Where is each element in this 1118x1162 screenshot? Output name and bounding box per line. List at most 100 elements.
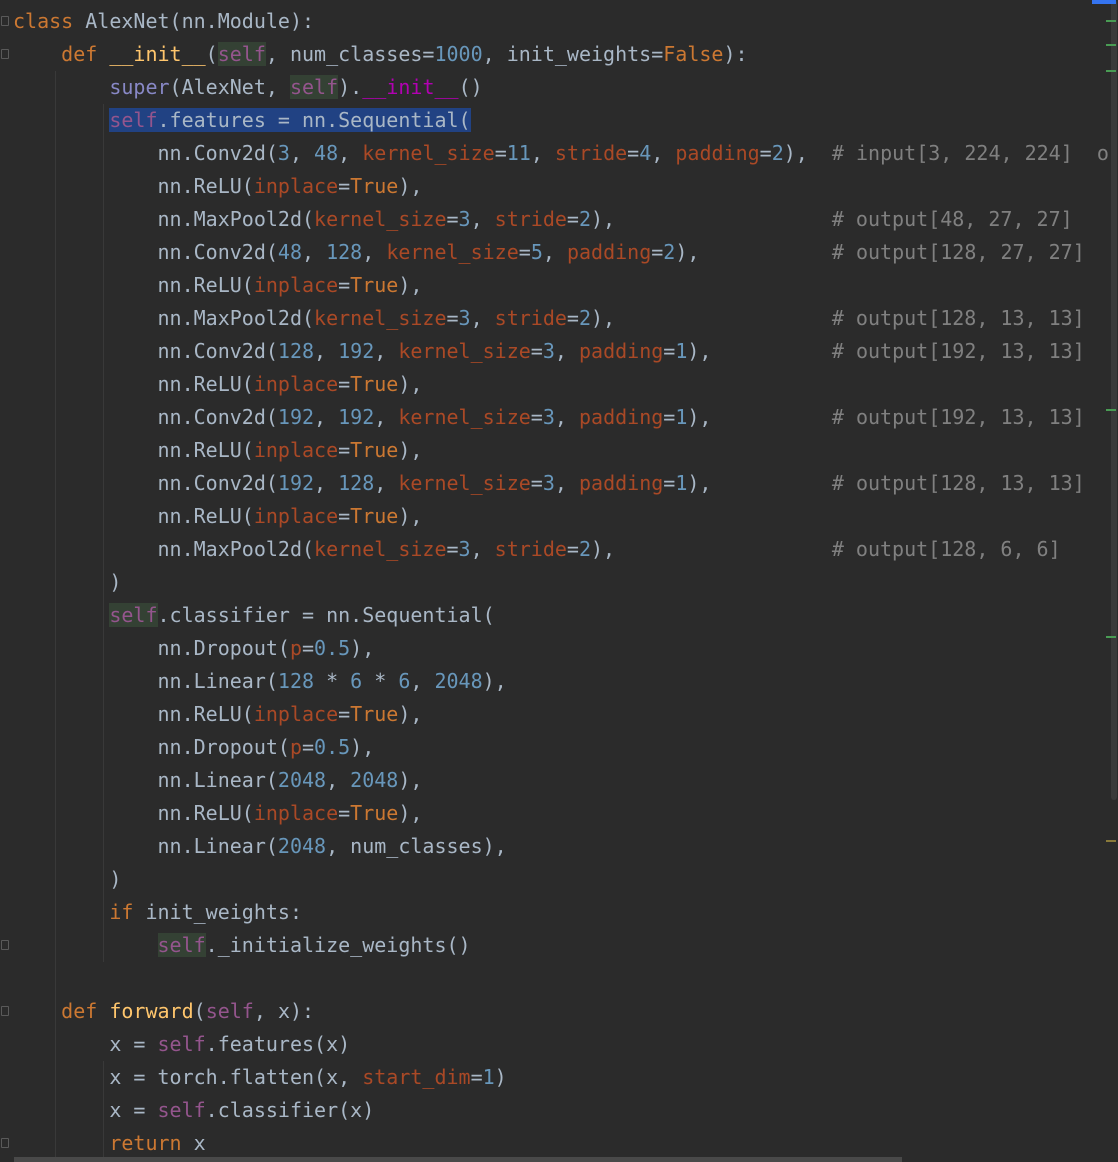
- inspection-indicator: [1092, 0, 1116, 4]
- code-token: =: [663, 471, 676, 495]
- change-marker: [1106, 409, 1116, 411]
- code-line[interactable]: nn.ReLU(inplace=True),: [0, 698, 1110, 731]
- code-line[interactable]: nn.ReLU(inplace=True),: [0, 368, 1110, 401]
- code-token: self: [289, 75, 339, 99]
- code-token: x: [193, 1131, 206, 1155]
- code-token: self: [157, 1032, 206, 1056]
- code-text: self._initialize_weights(): [13, 929, 471, 962]
- code-token: ,: [338, 141, 363, 165]
- code-line[interactable]: x = torch.flatten(x, start_dim=1): [0, 1061, 1110, 1094]
- code-text: nn.Dropout(p=0.5),: [13, 632, 374, 665]
- code-line[interactable]: nn.MaxPool2d(kernel_size=3, stride=2), #…: [0, 302, 1110, 335]
- code-token: 128: [277, 339, 315, 363]
- code-token: x = torch.flatten(x,: [13, 1065, 363, 1089]
- code-token: self: [109, 108, 158, 132]
- code-line[interactable]: nn.Conv2d(192, 128, kernel_size=3, paddi…: [0, 467, 1110, 500]
- code-token: (): [458, 75, 483, 99]
- code-token: inplace: [253, 372, 339, 396]
- code-text: x = self.features(x): [13, 1028, 350, 1061]
- code-token: 11: [506, 141, 531, 165]
- code-token: 2: [578, 306, 592, 330]
- code-token: 6: [398, 669, 411, 693]
- code-line[interactable]: nn.Linear(2048, num_classes),: [0, 830, 1110, 863]
- code-token: =: [566, 207, 579, 231]
- fold-marker-icon[interactable]: [1, 49, 9, 59]
- code-token: ),: [687, 471, 832, 495]
- code-line[interactable]: self.features = nn.Sequential(: [0, 104, 1110, 137]
- code-token: nn.Linear(: [13, 669, 278, 693]
- code-token: 3: [542, 471, 555, 495]
- code-token: =: [470, 1065, 483, 1089]
- code-line[interactable]: nn.ReLU(inplace=True),: [0, 269, 1110, 302]
- code-token: 128: [326, 240, 363, 264]
- code-editor[interactable]: class AlexNet(nn.Module): def __init__(s…: [0, 0, 1118, 1162]
- code-token: super: [109, 75, 170, 99]
- code-token: =: [338, 702, 351, 726]
- code-line[interactable]: nn.Conv2d(128, 192, kernel_size=3, paddi…: [0, 335, 1110, 368]
- code-line[interactable]: [0, 962, 1110, 995]
- code-token: def: [61, 999, 110, 1023]
- code-token: =: [302, 735, 315, 759]
- code-line[interactable]: class AlexNet(nn.Module):: [0, 5, 1110, 38]
- code-line[interactable]: nn.ReLU(inplace=True),: [0, 500, 1110, 533]
- code-line[interactable]: nn.ReLU(inplace=True),: [0, 434, 1110, 467]
- code-line[interactable]: nn.Dropout(p=0.5),: [0, 632, 1110, 665]
- code-token: ): [13, 867, 122, 891]
- horizontal-scrollbar[interactable]: [14, 1157, 902, 1162]
- code-token: ): [13, 570, 122, 594]
- code-line[interactable]: nn.Dropout(p=0.5),: [0, 731, 1110, 764]
- vertical-scrollbar[interactable]: [1110, 0, 1118, 1162]
- code-token: ,: [314, 405, 339, 429]
- scrollbar-thumb[interactable]: [1111, 0, 1117, 800]
- code-line[interactable]: nn.MaxPool2d(kernel_size=3, stride=2), #…: [0, 203, 1110, 236]
- code-token: ),: [350, 636, 375, 660]
- code-line[interactable]: nn.Linear(2048, 2048),: [0, 764, 1110, 797]
- code-token: True: [350, 438, 399, 462]
- code-token: ,: [530, 141, 555, 165]
- fold-marker-icon[interactable]: [1, 1006, 9, 1016]
- code-line[interactable]: nn.Conv2d(3, 48, kernel_size=11, stride=…: [0, 137, 1110, 170]
- code-token: padding: [675, 141, 760, 165]
- code-line[interactable]: ): [0, 566, 1110, 599]
- code-token: 3: [458, 537, 471, 561]
- code-token: .classifier = nn.Sequential(: [157, 603, 495, 627]
- code-line[interactable]: x = self.features(x): [0, 1028, 1110, 1061]
- code-line[interactable]: self.classifier = nn.Sequential(: [0, 599, 1110, 632]
- code-token: stride: [494, 306, 567, 330]
- code-token: True: [350, 801, 399, 825]
- code-line[interactable]: nn.ReLU(inplace=True),: [0, 170, 1110, 203]
- code-line[interactable]: nn.Conv2d(48, 128, kernel_size=5, paddin…: [0, 236, 1110, 269]
- code-line[interactable]: nn.MaxPool2d(kernel_size=3, stride=2), #…: [0, 533, 1110, 566]
- code-token: 192: [338, 405, 375, 429]
- code-token: .classifier(x): [205, 1098, 375, 1122]
- change-marker: [1106, 636, 1116, 638]
- code-line[interactable]: return x: [0, 1127, 1110, 1160]
- code-line[interactable]: super(AlexNet, self).__init__(): [0, 71, 1110, 104]
- code-token: if: [109, 900, 146, 924]
- code-token: 4: [639, 141, 652, 165]
- code-line[interactable]: nn.Conv2d(192, 192, kernel_size=3, paddi…: [0, 401, 1110, 434]
- code-token: ),: [398, 174, 423, 198]
- code-token: =: [446, 306, 459, 330]
- code-token: 192: [277, 405, 315, 429]
- code-line[interactable]: nn.Linear(128 * 6 * 6, 2048),: [0, 665, 1110, 698]
- code-token: ),: [783, 141, 832, 165]
- code-token: ),: [398, 702, 423, 726]
- code-line[interactable]: ): [0, 863, 1110, 896]
- fold-marker-icon[interactable]: [1, 1138, 9, 1148]
- code-line[interactable]: def forward(self, x):: [0, 995, 1110, 1028]
- fold-marker-icon[interactable]: [1, 16, 9, 26]
- code-line[interactable]: if init_weights:: [0, 896, 1110, 929]
- code-line[interactable]: self._initialize_weights(): [0, 929, 1110, 962]
- fold-marker-icon[interactable]: [1, 940, 9, 950]
- code-token: 192: [277, 471, 315, 495]
- code-text: super(AlexNet, self).__init__(): [13, 71, 483, 104]
- code-token: stride: [494, 207, 567, 231]
- code-text: nn.ReLU(inplace=True),: [13, 434, 422, 467]
- code-line[interactable]: def __init__(self, num_classes=1000, ini…: [0, 38, 1110, 71]
- code-token: =: [663, 339, 676, 363]
- code-line[interactable]: x = self.classifier(x): [0, 1094, 1110, 1127]
- code-token: 3: [542, 405, 555, 429]
- code-line[interactable]: nn.ReLU(inplace=True),: [0, 797, 1110, 830]
- code-text: ): [13, 863, 121, 896]
